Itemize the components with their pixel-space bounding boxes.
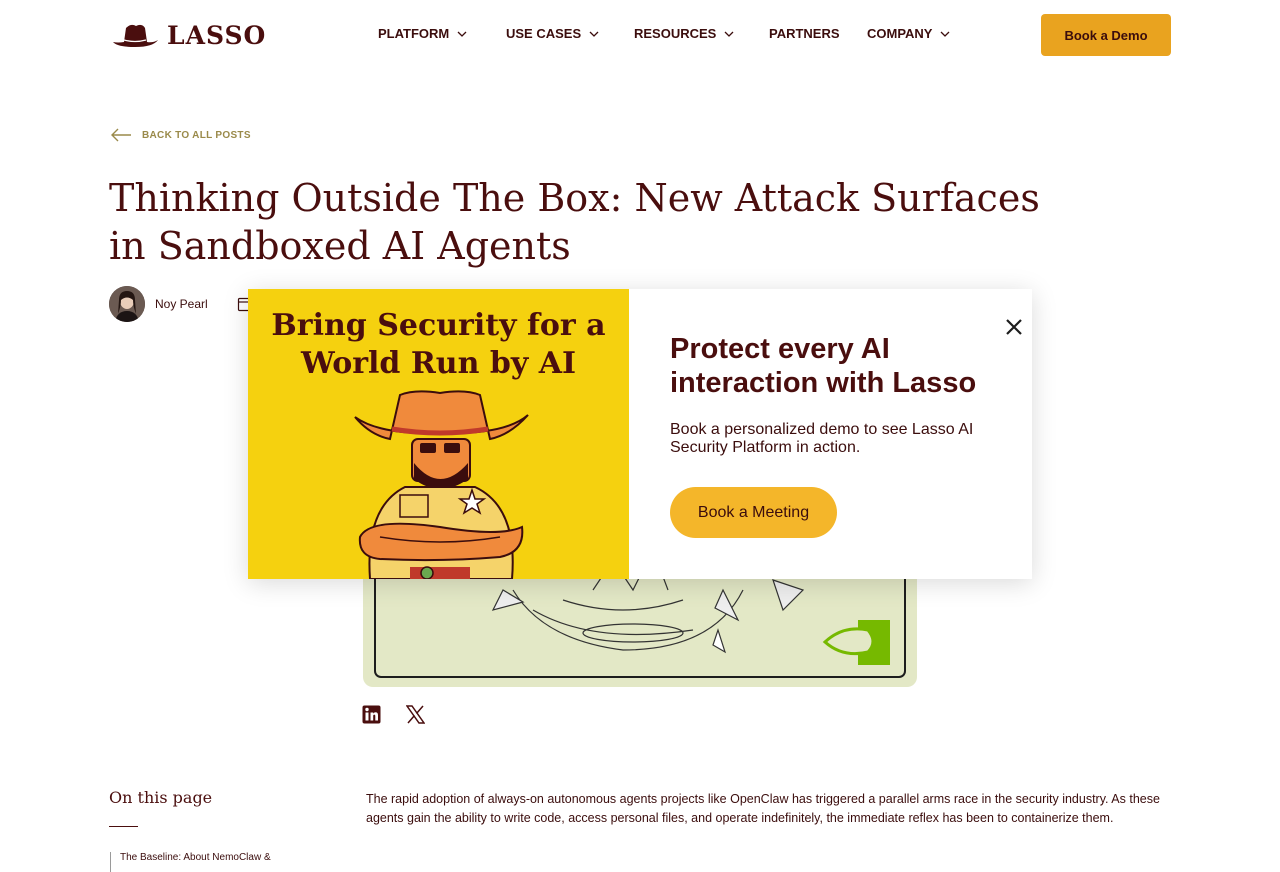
demo-modal: Bring Security for a World Run by AI Pro: [248, 289, 1032, 579]
cowboy-illustration: [354, 390, 529, 579]
modal-title: Protect every AI interaction with Lasso: [670, 333, 977, 399]
modal-subtitle: Book a personalized demo to see Lasso AI…: [670, 421, 974, 456]
promo-headline: Bring Security for a World Run by AI: [271, 308, 606, 381]
book-meeting-button[interactable]: Book a Meeting: [670, 487, 837, 538]
modal-content: Protect every AI interaction with Lasso …: [629, 289, 1032, 579]
modal-promo-panel: Bring Security for a World Run by AI: [248, 289, 629, 579]
close-icon[interactable]: [1004, 317, 1024, 337]
